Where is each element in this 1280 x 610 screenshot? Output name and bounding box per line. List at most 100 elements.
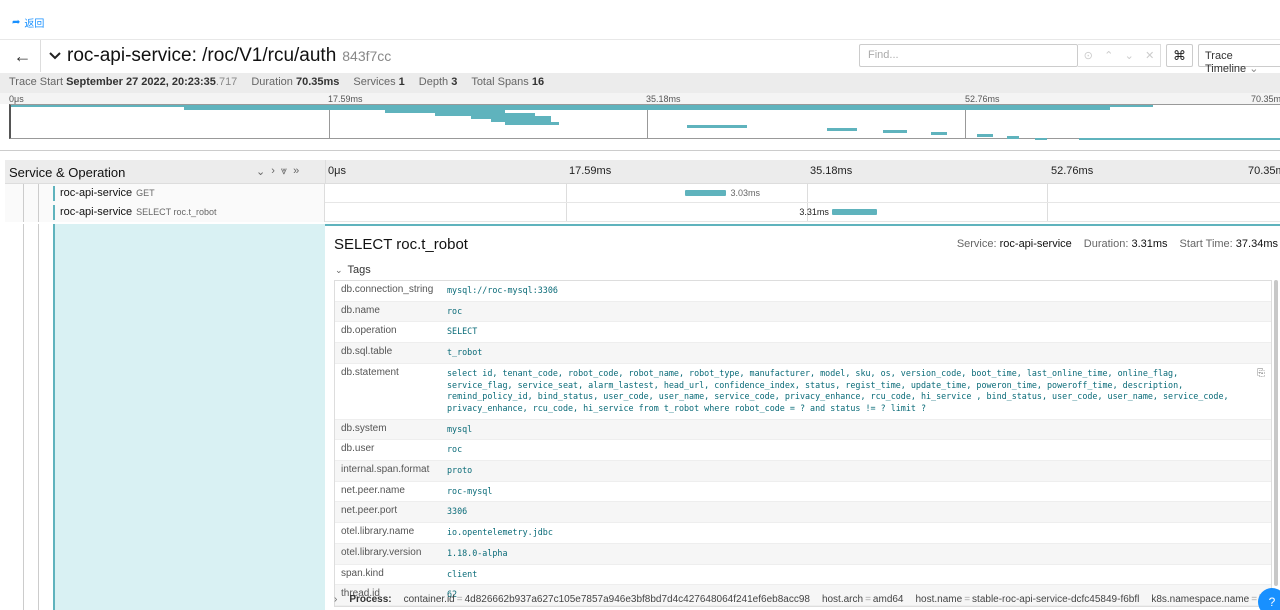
view-select-label: Trace Timeline <box>1205 50 1247 75</box>
view-select[interactable]: Trace Timeline ⌄ <box>1198 44 1280 75</box>
tag-value: SELECT <box>441 322 1271 342</box>
span-operation: GET <box>136 188 155 198</box>
selected-span-highlight <box>53 224 325 610</box>
detail-scrollbar[interactable] <box>1274 280 1278 586</box>
help-icon: ? <box>1268 595 1276 609</box>
process-tag: container.id = 4d826662b937a627c105e7857a9… <box>404 594 810 610</box>
tag-row: net.peer.port 3306 <box>335 502 1271 524</box>
tag-value: roc <box>441 302 1271 322</box>
keyboard-shortcuts-button[interactable]: ⌘ <box>1166 44 1193 67</box>
services-stat: Services 1 <box>353 76 404 90</box>
indent-guide <box>23 184 24 203</box>
tag-key: db.operation <box>341 325 397 337</box>
collapse-one-icon[interactable]: ⌄ <box>256 165 265 178</box>
tag-row: net.peer.name roc-mysql <box>335 482 1271 503</box>
minimap-span <box>827 128 857 131</box>
tag-row: db.name roc <box>335 301 1271 323</box>
minimap-span <box>1007 136 1019 139</box>
clear-find-icon[interactable]: ✕ <box>1145 49 1154 62</box>
tag-value-text: select id, tenant_code, robot_code, robo… <box>447 367 1229 413</box>
tag-value: 3306 <box>441 502 1271 522</box>
depth-value: 3 <box>451 76 458 88</box>
copy-icon[interactable]: ⎘ <box>1257 368 1265 380</box>
duration-label: Duration <box>251 76 293 88</box>
span-row-label[interactable]: roc-api-service GET <box>5 184 325 203</box>
minimap-span <box>184 107 1110 110</box>
tag-key: db.user <box>341 443 375 455</box>
detail-service: Service: roc-api-service <box>957 238 1072 250</box>
services-label: Services <box>353 76 396 88</box>
timeline-tick: 70.35ms <box>1248 165 1280 177</box>
minimap-tick: 35.18ms <box>646 94 681 104</box>
indent-guide <box>23 203 24 222</box>
tag-row: otel.library.name io.opentelemetry.jdbc <box>335 523 1271 544</box>
expand-one-icon[interactable]: › <box>271 165 275 178</box>
process-tag-value: amd64 <box>872 594 904 605</box>
trace-header: ← roc-api-service: /roc/V1/rcu/auth 843f… <box>5 40 1280 75</box>
detail-gutter <box>5 224 325 610</box>
total-spans-value: 16 <box>531 76 545 88</box>
table-header: Service & Operation ⌄ › ⩔ » 0μs 17.59ms … <box>5 160 1280 184</box>
gridline <box>807 184 808 202</box>
back-arrow-button[interactable]: ← <box>5 40 41 72</box>
tags-toggle[interactable]: ⌄ Tags <box>335 264 371 276</box>
tag-value: io.opentelemetry.jdbc <box>441 523 1271 543</box>
trace-start: Trace Start September 27 2022, 20:23:35.… <box>9 76 237 90</box>
trace-summary: Trace Start September 27 2022, 20:23:35.… <box>0 73 1280 93</box>
gridline <box>1047 203 1048 221</box>
tag-row: db.operation SELECT <box>335 322 1271 344</box>
tag-value: select id, tenant_code, robot_code, robo… <box>441 364 1271 419</box>
tag-key: span.kind <box>341 567 384 579</box>
trace-minimap[interactable]: 0μs 17.59ms 35.18ms 52.76ms 70.35ms <box>0 93 1280 151</box>
minimap-canvas[interactable] <box>9 104 1280 140</box>
process-section[interactable]: › Process: container.id = 4d826662b937a627… <box>334 592 1280 610</box>
back-link[interactable]: ➦ 返回 <box>12 15 44 30</box>
detail-start-value: 37.34ms <box>1235 238 1278 250</box>
process-tag-key: host.arch <box>821 594 864 605</box>
service-color-bar <box>53 205 55 220</box>
process-tag-value: stable-roc-api-service-dcfc45849-f6bfl <box>972 594 1140 605</box>
minimap-span <box>1079 138 1280 140</box>
minimap-span <box>505 122 559 125</box>
tag-value-text: io.opentelemetry.jdbc <box>447 527 553 538</box>
minimap-span <box>931 132 947 135</box>
column-divider[interactable] <box>325 160 326 183</box>
locate-icon[interactable]: ⊙ <box>1084 49 1093 62</box>
tag-value: t_robot <box>441 343 1271 363</box>
tag-row: db.sql.table t_robot <box>335 343 1271 364</box>
total-spans-label: Total Spans <box>471 76 529 88</box>
tag-key: db.sql.table <box>341 346 393 358</box>
tag-key: otel.library.name <box>341 526 415 538</box>
trace-title-toggle[interactable]: roc-api-service: /roc/V1/rcu/auth 843f7c… <box>49 45 391 67</box>
next-result-icon[interactable]: ⌄ <box>1125 49 1134 62</box>
prev-result-icon[interactable]: ⌃ <box>1104 49 1113 62</box>
span-detail: SELECT roc.t_robot Service: roc-api-serv… <box>325 224 1280 610</box>
back-link-label: 返回 <box>24 19 45 30</box>
tag-row: span.kind client <box>335 565 1271 586</box>
span-service-name: roc-api-service <box>60 187 133 199</box>
span-row[interactable]: roc-api-service GET 3.03ms <box>5 184 1280 203</box>
find-input[interactable]: Find... <box>859 44 1078 67</box>
process-tag-value: 4d826662b937a627c105e7857a946e3bf8bd7d4c… <box>464 594 810 605</box>
span-bar[interactable] <box>685 190 727 196</box>
tag-key: net.peer.port <box>341 505 398 517</box>
minimap-tick: 70.35ms <box>1251 94 1280 104</box>
tag-key: internal.span.format <box>341 464 430 476</box>
collapse-all-icon[interactable]: ⩔ <box>281 165 287 178</box>
expand-all-icon[interactable]: » <box>293 165 299 178</box>
arrow-left-icon: ← <box>13 45 32 66</box>
top-bar: ➦ 返回 <box>0 0 1280 40</box>
span-row-selected[interactable]: roc-api-service SELECT roc.t_robot 3.31ms <box>5 203 1280 222</box>
span-detail-title: SELECT roc.t_robot <box>334 236 468 253</box>
span-bar[interactable] <box>832 209 878 215</box>
tag-value: client <box>441 565 1271 585</box>
timeline-tick: 35.18ms <box>810 165 853 177</box>
chevron-down-icon: ⌄ <box>335 264 343 275</box>
help-fab[interactable]: ? <box>1258 588 1280 610</box>
minimap-span <box>977 134 993 137</box>
span-service-name: roc-api-service <box>60 206 133 218</box>
span-detail-meta: Service: roc-api-service Duration: 3.31m… <box>957 238 1278 250</box>
find-controls: ⊙ ⌃ ⌄ ✕ <box>1078 44 1161 67</box>
span-row-label[interactable]: roc-api-service SELECT roc.t_robot <box>5 203 325 222</box>
trace-start-date: September 27 2022, 20:23:35 <box>66 76 216 88</box>
